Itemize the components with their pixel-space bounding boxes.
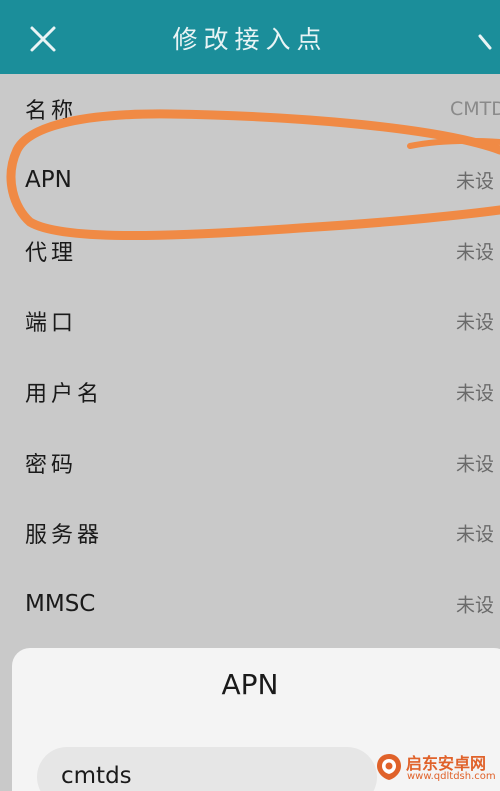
apn-row-name[interactable]: 名称 CMTD [0,74,500,145]
apn-row-username[interactable]: 用户名 未设 [0,357,500,428]
apn-row-port[interactable]: 端口 未设 [0,286,500,357]
site-watermark: 启东安卓网 www.qdltdsh.com [374,748,500,788]
apn-row-apn[interactable]: APN 未设 [0,145,500,216]
edit-access-point-screen: 修改接入点 名称 CMTD APN 未设 代理 未设 端口 未设 用户名 未设 [0,0,500,791]
apn-settings-list: 名称 CMTD APN 未设 代理 未设 端口 未设 用户名 未设 密码 未设 … [0,74,500,640]
row-value: 未设 [456,382,495,405]
row-label: 端口 [25,311,78,337]
row-value: 未设 [456,170,495,193]
watermark-logo-icon [377,754,401,780]
apn-input-field[interactable]: cmtds [37,747,377,791]
apn-row-proxy[interactable]: 代理 未设 [0,215,500,286]
row-label: MMSC [25,591,96,618]
row-value: 未设 [456,311,495,334]
apn-input-value: cmtds [61,763,132,789]
row-label: 服务器 [25,523,104,549]
top-app-bar: 修改接入点 [0,0,500,74]
row-label: 密码 [25,452,78,478]
row-value: 未设 [456,594,495,617]
row-label: 代理 [25,240,78,266]
save-button[interactable] [478,20,500,56]
apn-row-password[interactable]: 密码 未设 [0,427,500,498]
row-value: 未设 [456,523,495,546]
row-value: CMTD [450,98,500,121]
watermark-url: www.qdltdsh.com [407,771,496,782]
row-value: 未设 [456,453,495,476]
page-title: 修改接入点 [172,25,328,54]
row-value: 未设 [456,241,495,264]
apn-row-server[interactable]: 服务器 未设 [0,498,500,569]
check-icon [478,34,492,50]
row-label: APN [25,167,72,194]
row-label: 用户名 [25,382,104,408]
apn-row-mmsc[interactable]: MMSC 未设 [0,569,500,640]
dialog-title: APN [221,668,279,701]
row-label: 名称 [25,99,78,125]
